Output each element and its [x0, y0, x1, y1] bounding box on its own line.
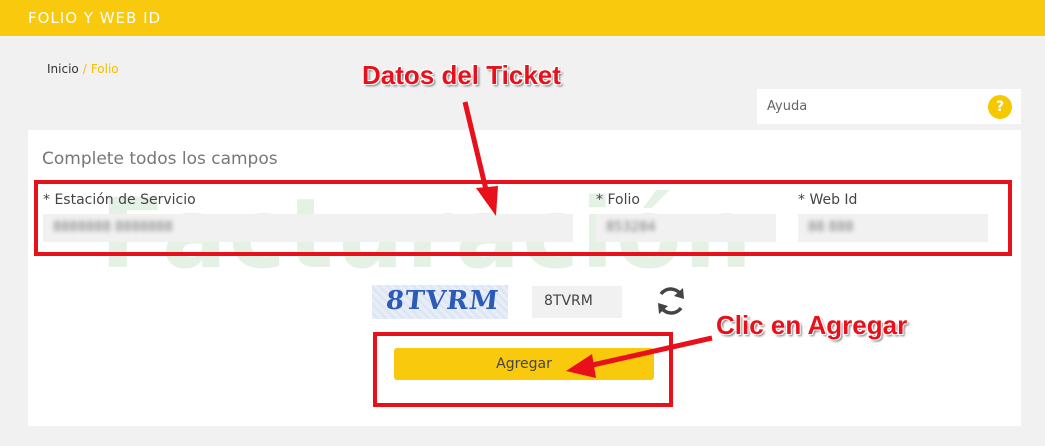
arrow-to-fields	[462, 101, 491, 199]
arrow-to-button-head	[566, 354, 596, 378]
arrow-to-button	[587, 335, 713, 369]
arrow-to-fields-head	[476, 186, 498, 216]
annotation-click-add: Clic en Agregar	[716, 310, 908, 340]
annotation-ticket-data: Datos del Ticket	[362, 60, 561, 90]
